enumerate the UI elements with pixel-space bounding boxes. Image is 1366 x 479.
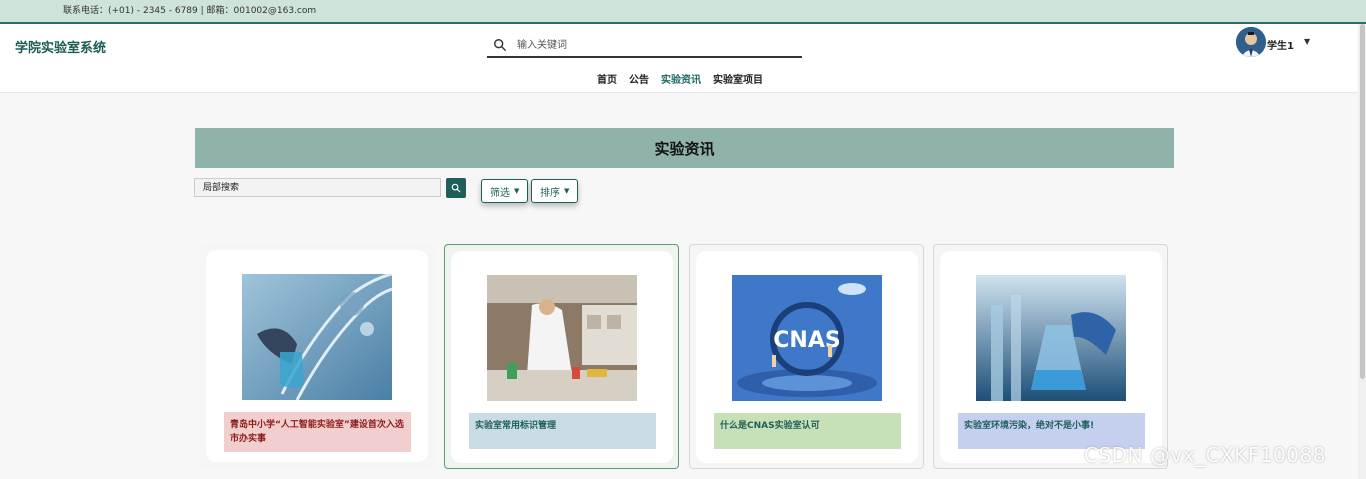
news-card-body: 青岛中小学“人工智能实验室”建设首次入选市办实事 [206,250,428,462]
caret-down-icon: ▼ [514,187,520,195]
local-search-button[interactable] [446,178,466,198]
news-thumbnail[interactable] [487,275,637,401]
news-card-body: 实验室环境污染，绝对不是小事! [940,251,1162,463]
news-card[interactable]: 青岛中小学“人工智能实验室”建设首次入选市办实事 [200,244,435,469]
nav-lab-news[interactable]: 实验资讯 [661,71,701,86]
news-card[interactable]: 实验室常用标识管理 [444,244,679,469]
news-thumbnail[interactable]: CNAS [732,275,882,401]
scrollbar-thumb[interactable] [1360,24,1365,379]
avatar[interactable] [1236,27,1266,57]
site-brand[interactable]: 学院实验室系统 [15,37,106,56]
caret-down-icon[interactable]: ▼ [1304,37,1310,46]
news-card-title[interactable]: 什么是CNAS实验室认可 [714,413,901,449]
filter-button[interactable]: 筛选 ▼ [481,179,529,203]
watermark: CSDN @vx_CXKF10088 [1084,443,1326,467]
news-card-title[interactable]: 实验室常用标识管理 [469,413,656,449]
contact-info: 联系电话：(+01) - 2345 - 6789 | 邮箱：001002@163… [63,6,317,16]
page-title: 实验资讯 [654,139,715,158]
nav-home[interactable]: 首页 [597,71,617,86]
news-card-body: CNAS 什么是CNAS实验室认可 [696,251,918,463]
header: 学院实验室系统 首页 公告 实验资讯 实验室项目 学生1 ▼ [0,24,1366,93]
news-card-body: 实验室常用标识管理 [451,251,673,463]
page-scrollbar[interactable] [1358,24,1366,479]
user-name[interactable]: 学生1 [1267,37,1294,52]
sort-label: 排序 [540,187,560,199]
news-card[interactable]: CNAS 什么是CNAS实验室认可 [689,244,924,469]
news-card[interactable]: 实验室环境污染，绝对不是小事! [933,244,1168,469]
news-card-title[interactable]: 青岛中小学“人工智能实验室”建设首次入选市办实事 [224,412,411,452]
filter-label: 筛选 [490,187,510,199]
sort-button[interactable]: 排序 ▼ [531,179,579,203]
global-search-input[interactable] [517,36,787,54]
main-nav: 首页 公告 实验资讯 实验室项目 [597,71,763,86]
news-thumbnail[interactable] [242,274,392,400]
caret-down-icon: ▼ [564,187,570,195]
news-thumbnail[interactable] [976,275,1126,401]
local-search-input[interactable] [194,178,441,197]
contact-bar: 联系电话：(+01) - 2345 - 6789 | 邮箱：001002@163… [0,0,1366,24]
nav-lab-projects[interactable]: 实验室项目 [713,71,763,86]
search-icon [451,183,461,193]
section-banner: 实验资讯 [195,128,1174,168]
search-icon [494,39,506,51]
user-photo [1236,27,1266,57]
global-search [487,33,802,58]
nav-announcements[interactable]: 公告 [629,71,649,86]
